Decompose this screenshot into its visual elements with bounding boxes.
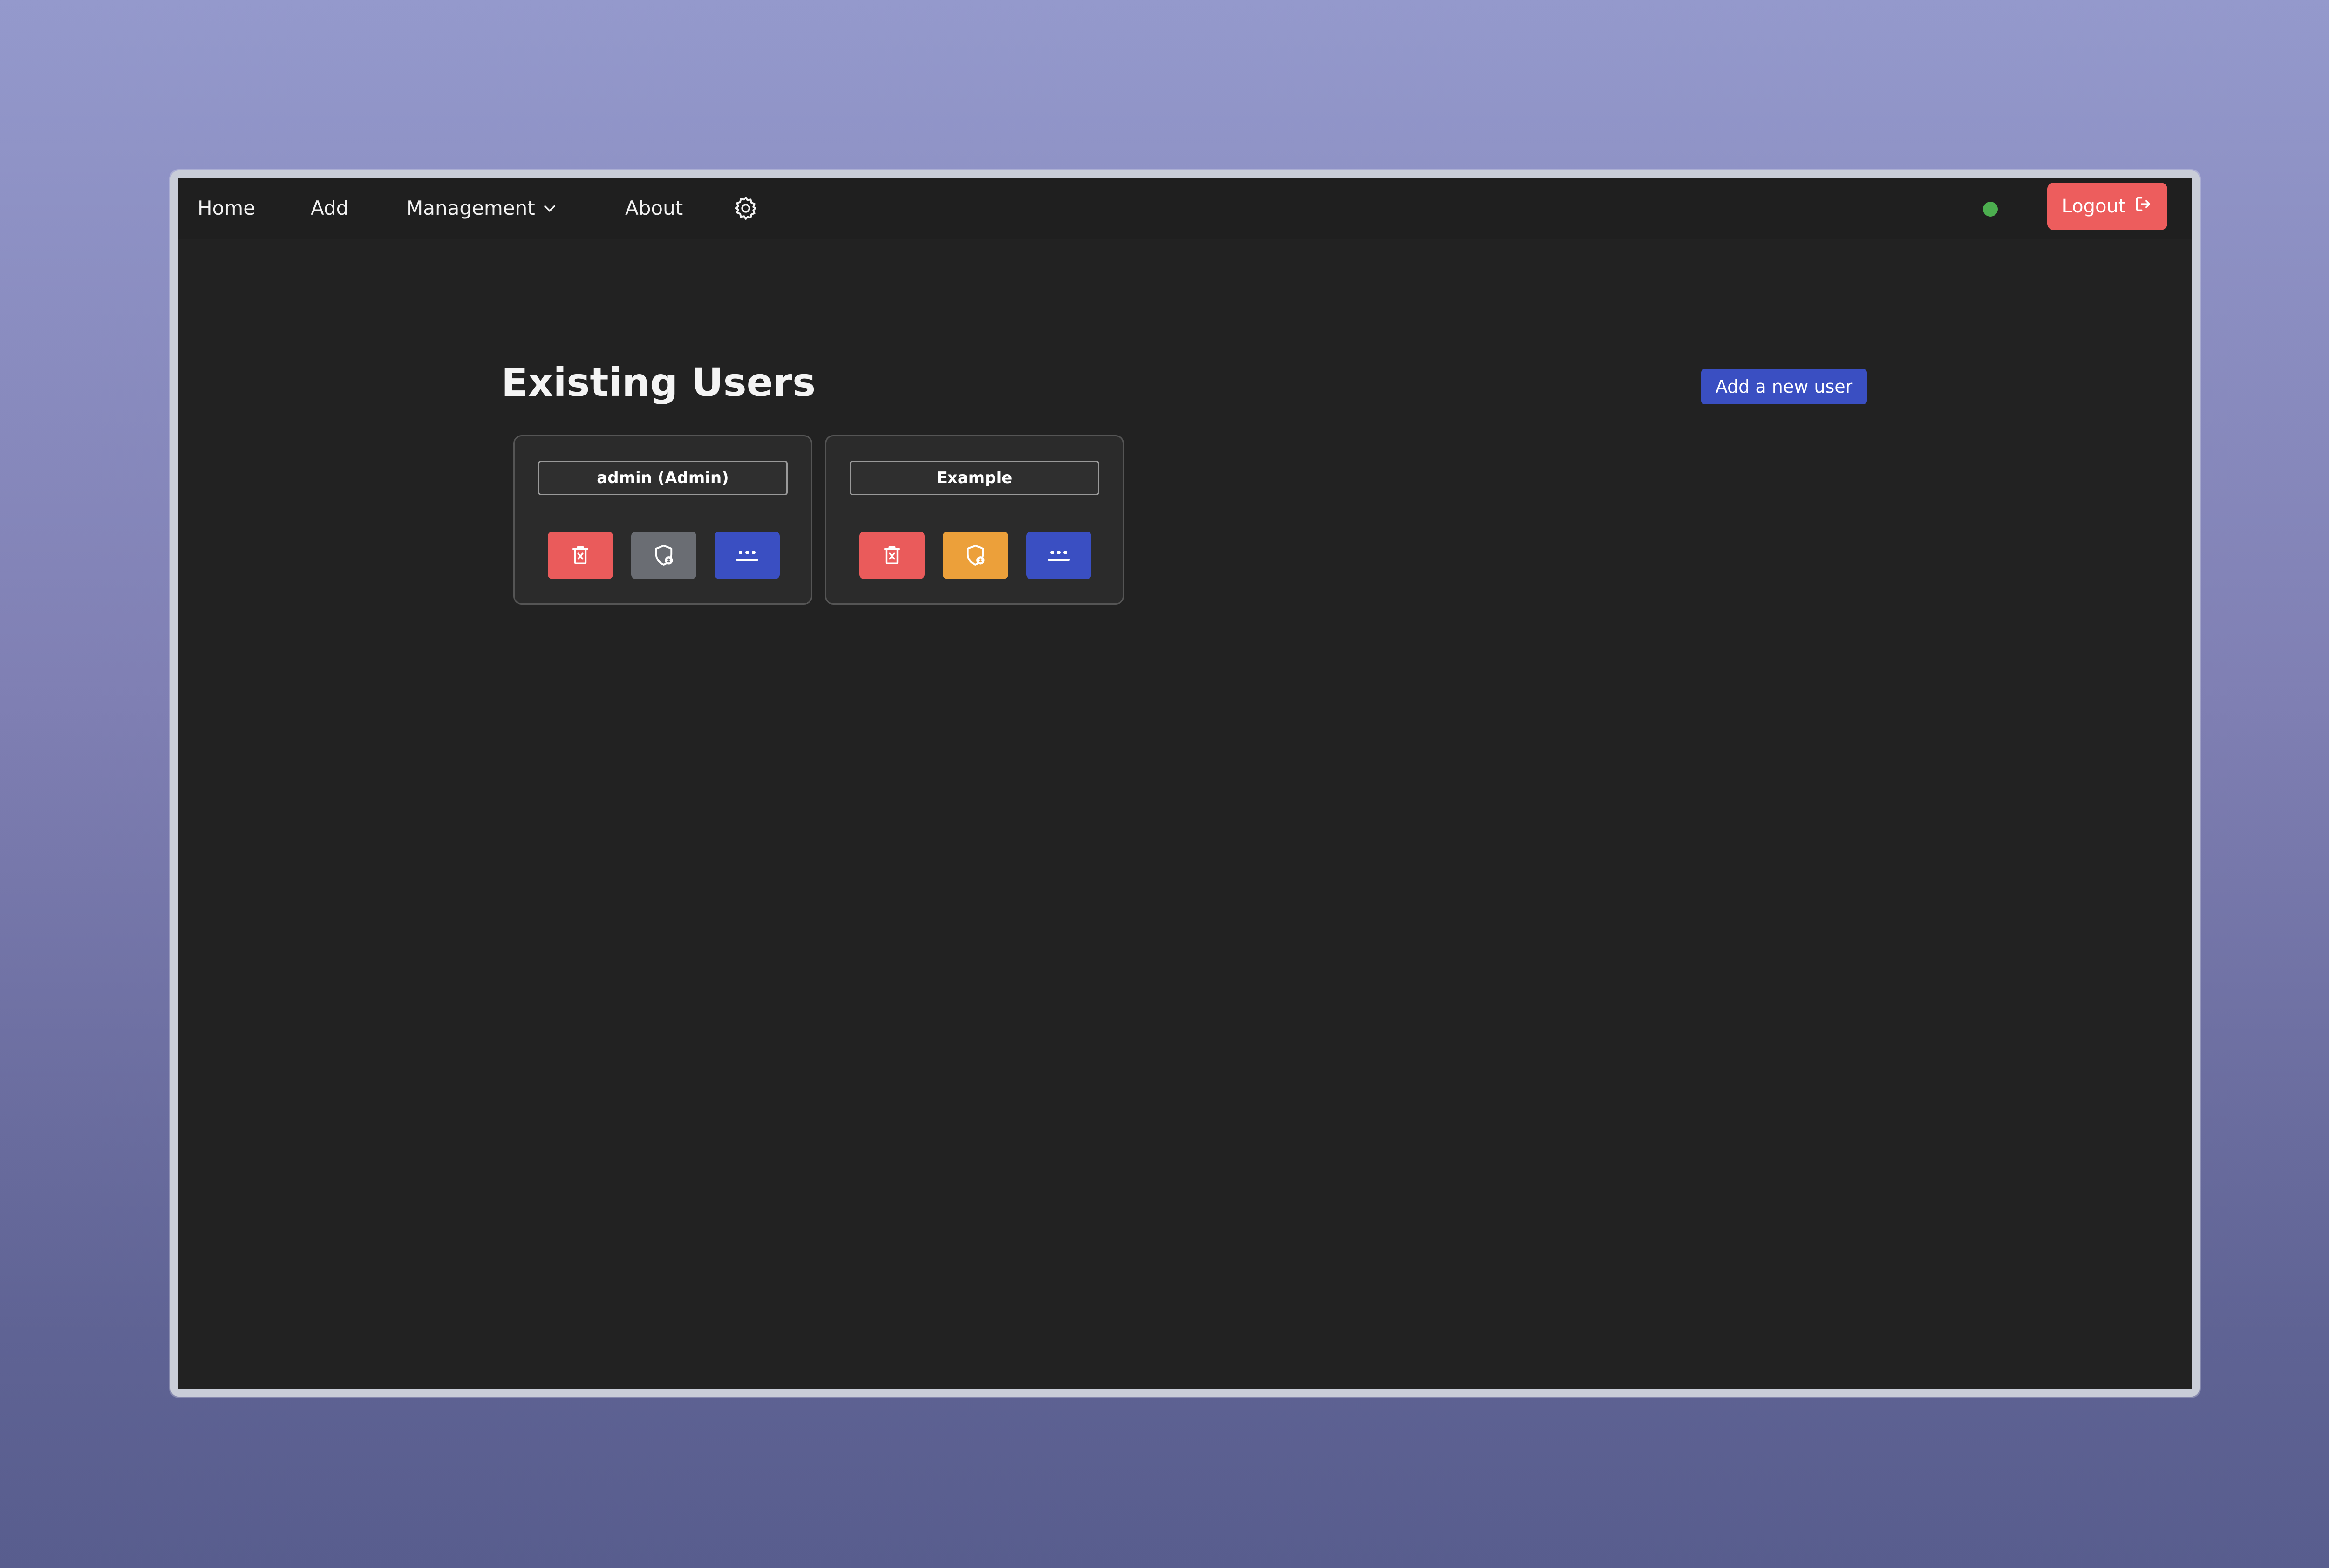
password-icon	[1045, 546, 1073, 565]
toggle-admin-button[interactable]	[631, 532, 696, 579]
delete-user-button[interactable]	[859, 532, 925, 579]
page-title: Existing Users	[501, 360, 816, 405]
nav-home[interactable]: Home	[197, 178, 255, 239]
password-icon	[733, 546, 761, 565]
trash-icon	[881, 545, 903, 566]
chevron-down-icon	[542, 200, 558, 216]
logout-icon	[2134, 195, 2152, 218]
change-password-button[interactable]	[1026, 532, 1091, 579]
logout-button[interactable]: Logout	[2047, 183, 2167, 230]
shield-icon	[963, 543, 987, 567]
user-card: admin (Admin)	[513, 435, 812, 605]
nav-about[interactable]: About	[625, 178, 683, 239]
navbar: Home Add Management About Logout	[178, 178, 2192, 239]
change-password-button[interactable]	[715, 532, 780, 579]
user-card: Example	[825, 435, 1124, 605]
user-name: admin (Admin)	[538, 461, 788, 495]
nav-management-dropdown[interactable]: Management	[406, 178, 558, 239]
app-window: Home Add Management About Logout Existin…	[170, 170, 2200, 1397]
delete-user-button[interactable]	[548, 532, 613, 579]
toggle-admin-button[interactable]	[943, 532, 1008, 579]
logout-label: Logout	[2062, 196, 2126, 217]
settings-button[interactable]	[732, 178, 759, 239]
shield-icon	[652, 543, 676, 567]
gear-icon	[732, 195, 759, 222]
add-user-button[interactable]: Add a new user	[1701, 369, 1867, 404]
status-indicator	[1983, 202, 1998, 217]
trash-icon	[570, 545, 591, 566]
nav-management-label: Management	[406, 197, 535, 219]
user-name: Example	[850, 461, 1099, 495]
nav-add[interactable]: Add	[311, 178, 348, 239]
